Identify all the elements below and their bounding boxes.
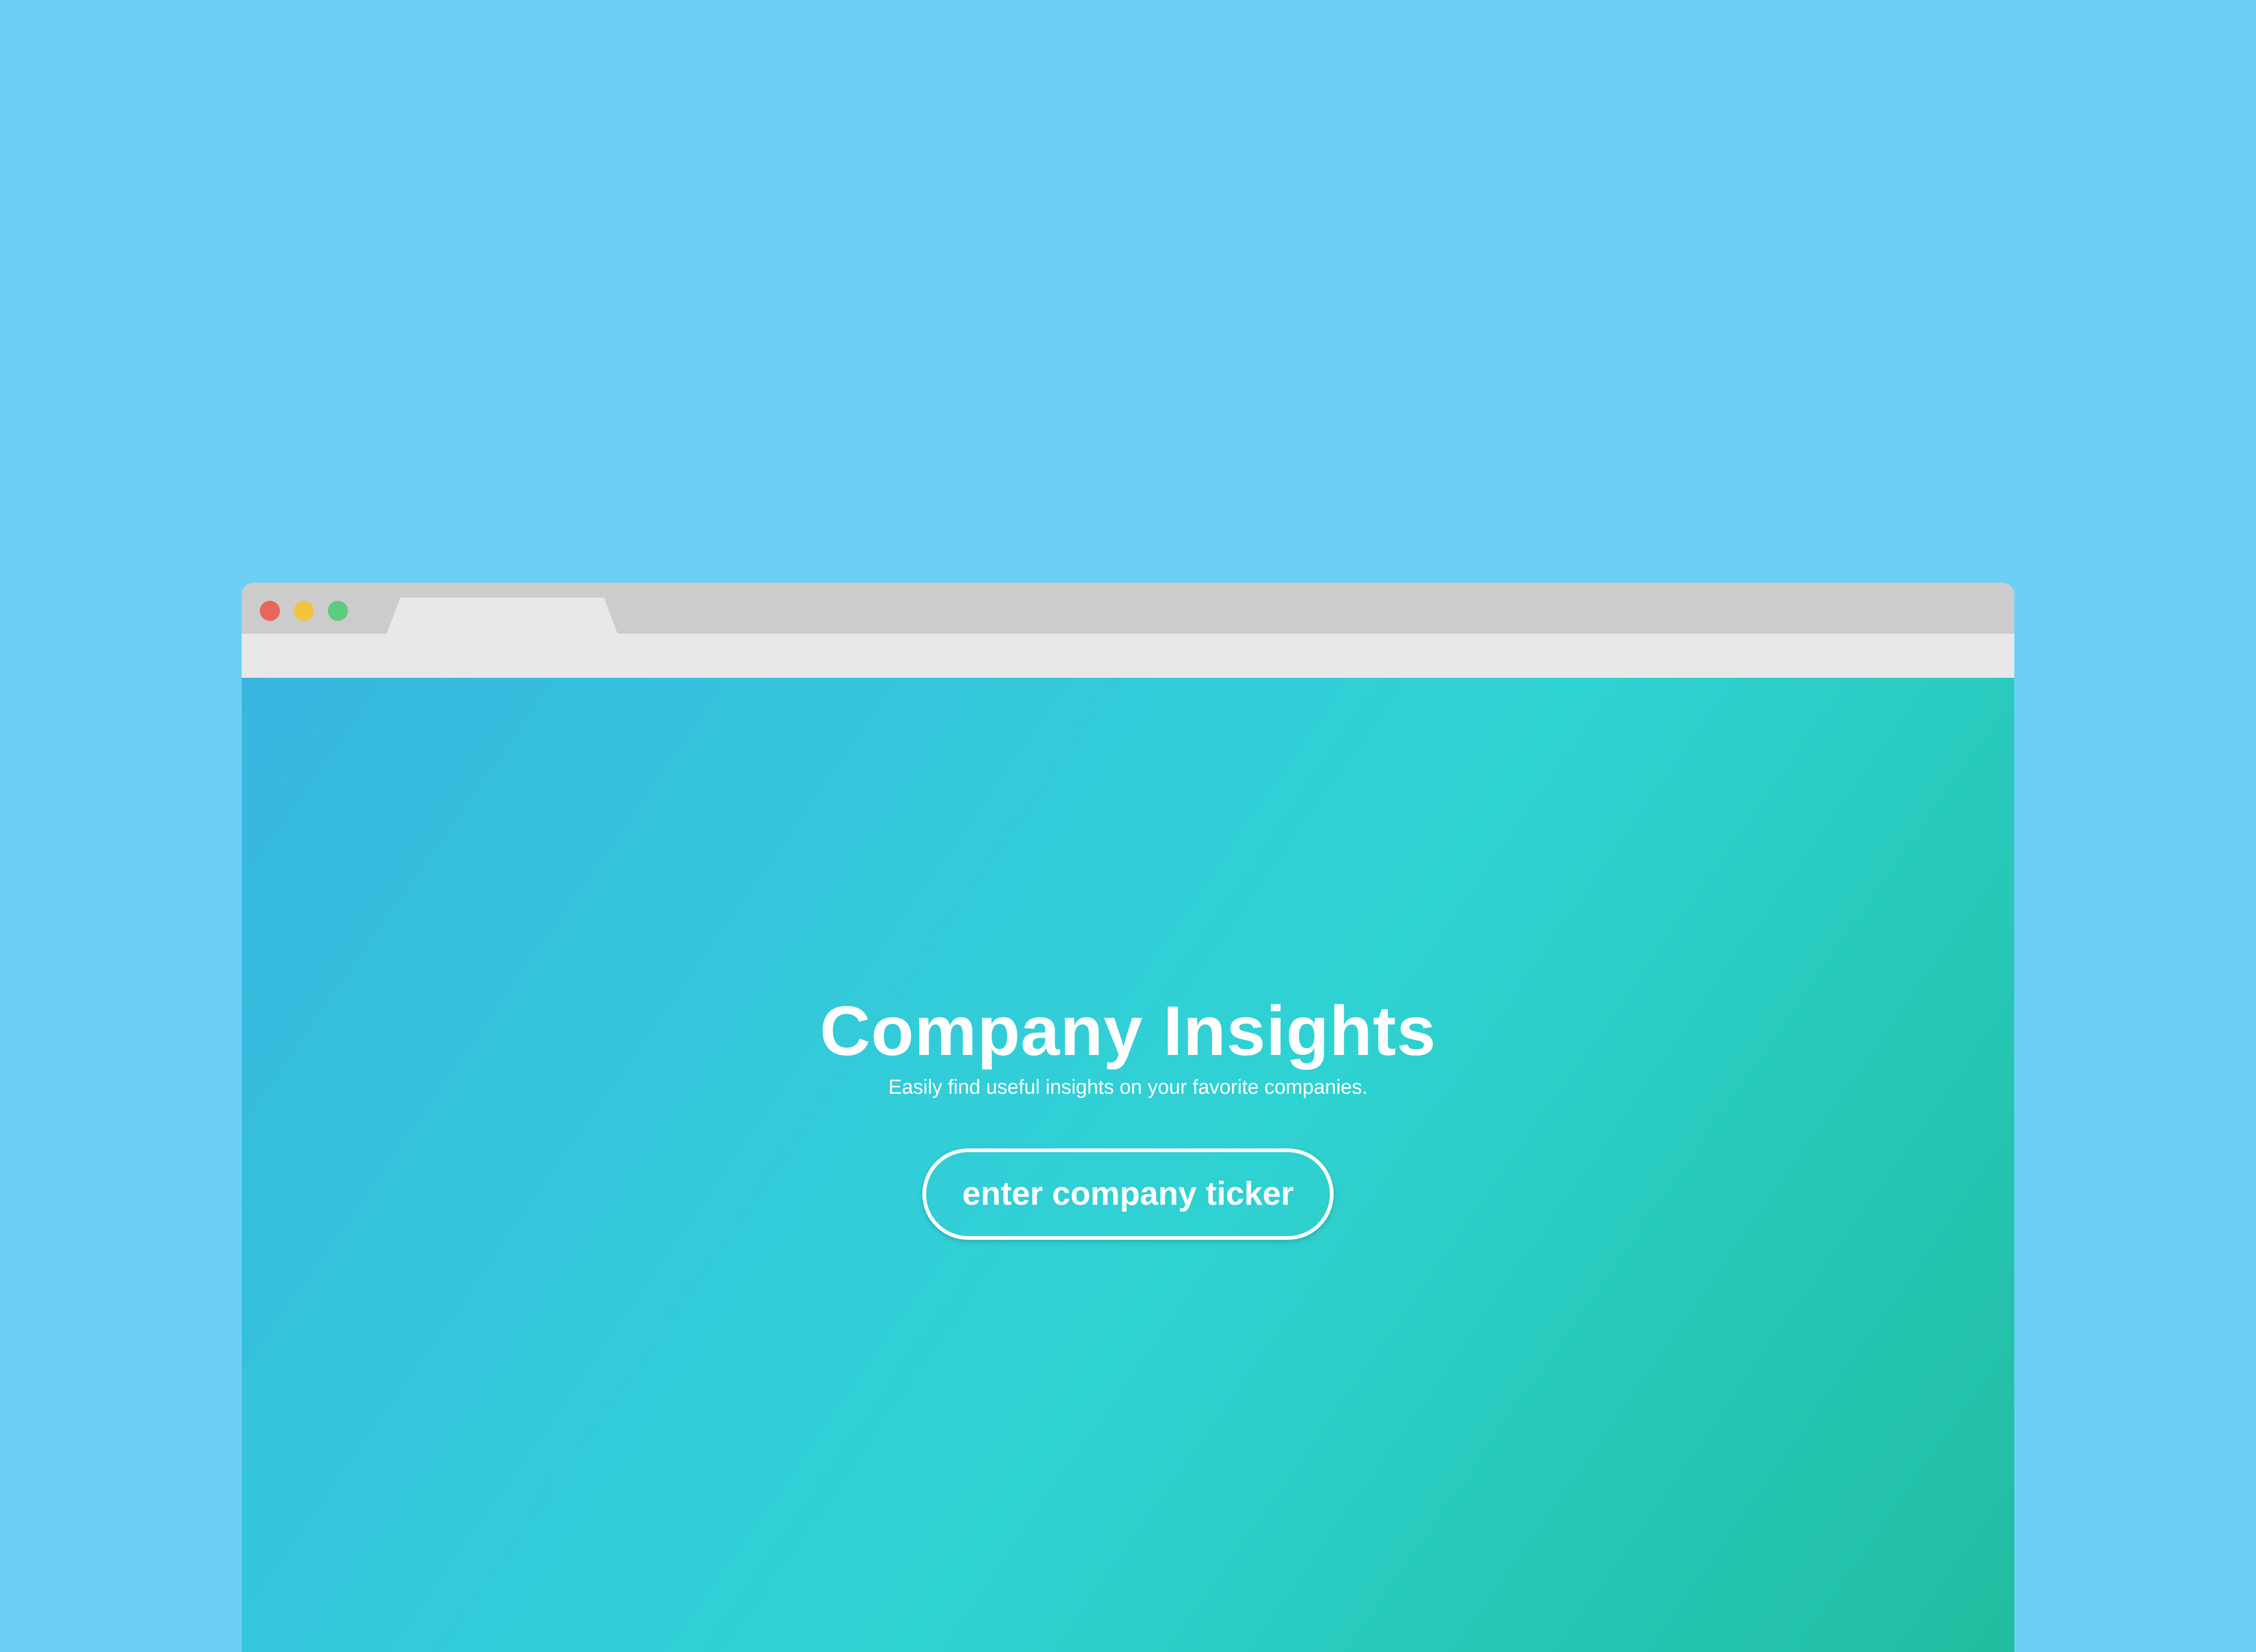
browser-toolbar xyxy=(242,634,2014,678)
browser-titlebar xyxy=(242,583,2014,635)
minimize-window-icon[interactable] xyxy=(294,601,314,621)
maximize-window-icon[interactable] xyxy=(328,601,348,621)
browser-window: Company Insights Easily find useful insi… xyxy=(242,583,2014,1652)
page-viewport: Company Insights Easily find useful insi… xyxy=(242,678,2014,1652)
hero-section: Company Insights Easily find useful insi… xyxy=(242,991,2014,1240)
browser-tab[interactable] xyxy=(386,598,618,635)
page-title: Company Insights xyxy=(819,992,1437,1070)
close-window-icon[interactable] xyxy=(260,601,280,621)
enter-ticker-button[interactable]: enter company ticker xyxy=(922,1148,1334,1240)
page-subtitle: Easily find useful insights on your favo… xyxy=(888,1076,1368,1099)
